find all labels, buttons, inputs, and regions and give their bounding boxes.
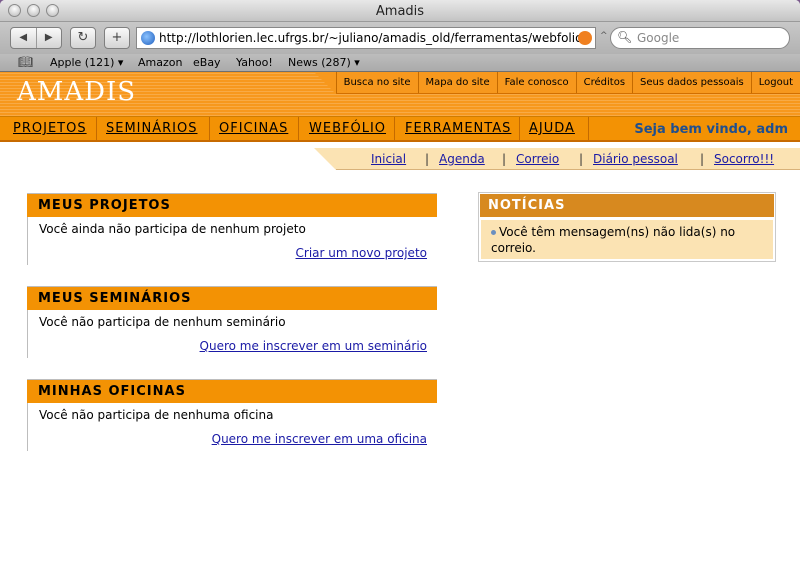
box-message: Você ainda não participa de nenhum proje…	[39, 222, 306, 236]
toplink-creditos[interactable]: Créditos	[575, 72, 632, 93]
nav-oficinas[interactable]: OFICINAS	[219, 121, 288, 136]
search-field[interactable]: 🔍︎ Google	[610, 27, 790, 49]
toplink-fale-conosco[interactable]: Fale conosco	[496, 72, 576, 93]
nav-divider	[394, 117, 395, 141]
address-caret-icon[interactable]: ^	[600, 31, 608, 41]
welcome-text: Seja bem vindo, adm	[634, 122, 788, 137]
bookmark-apple[interactable]: Apple (121) ▾	[50, 56, 123, 69]
toplink-dados-pessoais[interactable]: Seus dados pessoais	[632, 72, 751, 93]
projects-box: MEUS PROJETOS Você ainda não participa d…	[27, 193, 437, 265]
join-seminar-link[interactable]: Quero me inscrever em um seminário	[200, 339, 427, 353]
box-title: MEUS PROJETOS	[27, 193, 437, 217]
rss-icon[interactable]	[578, 31, 592, 45]
browser-toolbar: ◀ ▶ ↻ + http://lothlorien.lec.ufrgs.br/~…	[0, 22, 800, 54]
nav-seminarios[interactable]: SEMINÁRIOS	[106, 121, 198, 136]
nav-ajuda[interactable]: AJUDA	[529, 121, 575, 136]
box-message: Você não participa de nenhuma oficina	[39, 408, 274, 422]
bookmark-ebay[interactable]: eBay	[193, 56, 221, 69]
subnav-pipe: |	[700, 152, 705, 166]
news-line-2: correio.	[491, 241, 536, 255]
news-line-1: Você têm mensagem(ns) não lida(s) no	[499, 225, 736, 239]
news-box: NOTÍCIAS Você têm mensagem(ns) não lida(…	[478, 192, 776, 262]
news-title: NOTÍCIAS	[479, 193, 775, 218]
subnav-agenda[interactable]: Agenda	[439, 152, 485, 166]
box-body: Você ainda não participa de nenhum proje…	[27, 217, 437, 265]
bookmarks-bar: 📖︎ Apple (121) ▾ Amazon eBay Yahoo! News…	[0, 54, 800, 72]
toplink-mapa[interactable]: Mapa do site	[417, 72, 497, 93]
reload-icon: ↻	[77, 30, 89, 45]
join-workshop-link[interactable]: Quero me inscrever em uma oficina	[212, 432, 427, 446]
nav-divider	[96, 117, 97, 141]
subnav-correio[interactable]: Correio	[516, 152, 559, 166]
nav-projetos[interactable]: PROJETOS	[13, 121, 87, 136]
box-body: Você não participa de nenhuma oficina Qu…	[27, 403, 437, 451]
subnav-pipe: |	[579, 152, 584, 166]
workshops-box: MINHAS OFICINAS Você não participa de ne…	[27, 379, 437, 451]
box-message: Você não participa de nenhum seminário	[39, 315, 286, 329]
site-header: AMADIS Busca no site Mapa do site Fale c…	[0, 72, 800, 116]
toplink-busca[interactable]: Busca no site	[335, 72, 418, 93]
box-title: MEUS SEMINÁRIOS	[27, 286, 437, 310]
toplink-logout[interactable]: Logout	[750, 72, 800, 93]
title-bar: Amadis	[0, 0, 800, 22]
address-bar[interactable]: http://lothlorien.lec.ufrgs.br/~juliano/…	[136, 27, 596, 49]
bullet-icon	[491, 230, 496, 235]
search-icon: 🔍︎	[617, 30, 633, 44]
top-links: Busca no site Mapa do site Fale conosco …	[313, 72, 800, 94]
sub-nav: Inicial | Agenda | Correio | Diário pess…	[314, 148, 800, 170]
bookmark-amazon[interactable]: Amazon	[138, 56, 182, 69]
seminars-box: MEUS SEMINÁRIOS Você não participa de ne…	[27, 286, 437, 358]
open-book-icon[interactable]: 📖︎	[18, 55, 33, 69]
subnav-inicial[interactable]: Inicial	[371, 152, 406, 166]
browser-window: Amadis ◀ ▶ ↻ + http://lothlorien.lec.ufr…	[0, 0, 800, 576]
amadis-logo[interactable]: AMADIS	[17, 77, 136, 107]
nav-divider	[519, 117, 520, 141]
box-title: MINHAS OFICINAS	[27, 379, 437, 403]
nav-divider	[588, 117, 589, 141]
nav-webfolio[interactable]: WEBFÓLIO	[309, 121, 386, 136]
back-forward-buttons: ◀ ▶	[10, 27, 62, 49]
box-body: Você não participa de nenhum seminário Q…	[27, 310, 437, 358]
globe-icon	[141, 31, 155, 45]
main-nav: PROJETOS SEMINÁRIOS OFICINAS WEBFÓLIO FE…	[0, 116, 800, 142]
forward-arrow-icon[interactable]: ▶	[37, 28, 62, 48]
window-title: Amadis	[375, 4, 425, 19]
search-placeholder: Google	[637, 31, 680, 45]
subnav-pipe: |	[425, 152, 430, 166]
bookmark-news[interactable]: News (287) ▾	[288, 56, 360, 69]
create-project-link[interactable]: Criar um novo projeto	[296, 246, 427, 260]
news-body: Você têm mensagem(ns) não lida(s) no cor…	[481, 220, 773, 259]
nav-divider	[298, 117, 299, 141]
subnav-diario[interactable]: Diário pessoal	[593, 152, 678, 166]
reload-button[interactable]: ↻	[70, 27, 96, 49]
address-text[interactable]: http://lothlorien.lec.ufrgs.br/~juliano/…	[159, 31, 589, 45]
bookmark-yahoo[interactable]: Yahoo!	[236, 56, 273, 69]
subnav-socorro[interactable]: Socorro!!!	[714, 152, 774, 166]
subnav-pipe: |	[502, 152, 507, 166]
back-arrow-icon[interactable]: ◀	[11, 28, 37, 48]
nav-ferramentas[interactable]: FERRAMENTAS	[405, 121, 511, 136]
nav-divider	[209, 117, 210, 141]
plus-icon: +	[111, 30, 123, 45]
add-bookmark-button[interactable]: +	[104, 27, 130, 49]
